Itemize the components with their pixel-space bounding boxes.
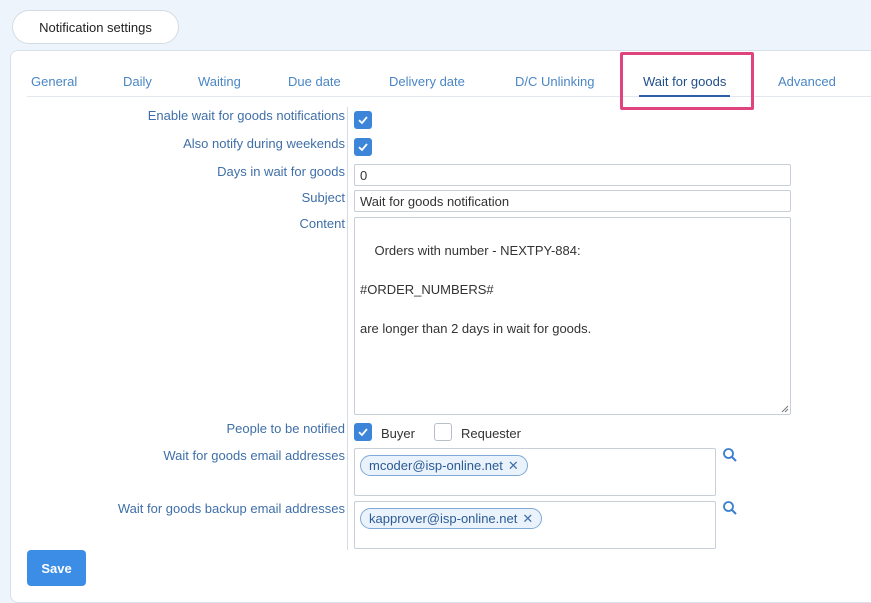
tab-bar: General Daily Waiting Due date Delivery … [27,73,871,97]
tab-delivery-date[interactable]: Delivery date [389,73,465,95]
days-label: Days in wait for goods [217,164,345,179]
enable-checkbox[interactable] [354,111,372,129]
backup-emails-label: Wait for goods backup email addresses [117,501,345,516]
tab-waiting[interactable]: Waiting [198,73,241,95]
search-icon[interactable] [722,500,738,516]
check-icon [358,428,368,437]
resize-handle-icon[interactable] [780,404,789,413]
subject-input[interactable]: Wait for goods notification [354,190,791,212]
enable-label: Enable wait for goods notifications [147,108,345,123]
buyer-checkbox[interactable] [354,423,372,441]
weekends-label: Also notify during weekends [183,136,345,151]
tab-daily[interactable]: Daily [123,73,152,95]
close-icon[interactable]: ✕ [522,511,533,527]
subject-label: Subject [301,190,345,205]
tab-wait-for-goods[interactable]: Wait for goods [638,73,731,97]
emails-field[interactable]: mcoder@isp-online.net ✕ [354,448,716,496]
backup-emails-field[interactable]: kapprover@isp-online.net ✕ [354,501,716,549]
weekends-checkbox[interactable] [354,138,372,156]
form-divider [347,107,348,550]
search-icon[interactable] [722,447,738,463]
page-title-tab[interactable]: Notification settings [12,10,179,44]
buyer-label: Buyer [381,426,415,441]
save-button[interactable]: Save [27,550,86,586]
tab-advanced[interactable]: Advanced [778,73,836,95]
requester-label: Requester [461,426,521,441]
content-textarea[interactable]: Orders with number - NEXTPY-884: #ORDER_… [354,217,791,415]
email-tag-label: kapprover@isp-online.net [369,511,518,526]
content-label: Content [299,216,345,231]
content-value: Orders with number - NEXTPY-884: #ORDER_… [360,242,592,336]
email-tag-label: mcoder@isp-online.net [369,458,503,473]
requester-checkbox[interactable] [434,423,452,441]
email-tag: kapprover@isp-online.net ✕ [360,508,543,529]
people-label: People to be notified [226,421,345,436]
check-icon [358,143,368,152]
check-icon [358,116,368,125]
subject-value: Wait for goods notification [360,193,510,209]
tab-due-date[interactable]: Due date [288,73,341,95]
email-tag: mcoder@isp-online.net ✕ [360,455,528,476]
settings-panel: General Daily Waiting Due date Delivery … [10,50,871,603]
page-title: Notification settings [39,19,152,35]
tab-general[interactable]: General [31,73,77,95]
days-value: 0 [360,167,368,183]
close-icon[interactable]: ✕ [508,458,519,474]
emails-label: Wait for goods email addresses [163,448,345,463]
days-input[interactable]: 0 [354,164,791,186]
tab-dc-unlinking[interactable]: D/C Unlinking [515,73,594,95]
